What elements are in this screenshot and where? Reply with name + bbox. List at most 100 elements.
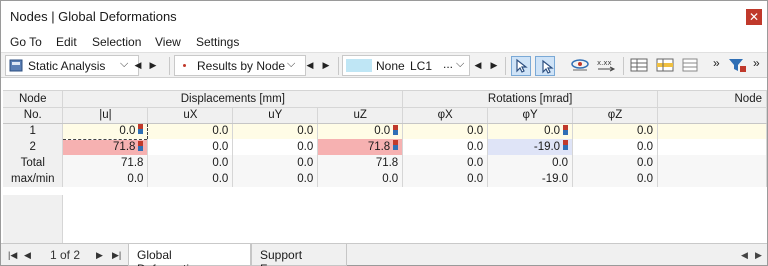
table-row[interactable]: 1 0.0 0.0 0.0 0.0 0.0 0.0 0.0 <box>3 122 767 140</box>
toolbar-separator <box>338 57 339 75</box>
menu-view[interactable]: View <box>155 35 181 49</box>
funnel-icon <box>729 59 746 72</box>
cell-u-abs[interactable]: 71.8 <box>62 155 149 171</box>
cell-phiy[interactable]: -19.0 <box>487 139 574 155</box>
export-table-button[interactable] <box>681 56 701 76</box>
cell-uy[interactable]: 0.0 <box>232 155 319 171</box>
analysis-prev-button[interactable]: ◀ <box>131 55 145 76</box>
scroll-right-icon[interactable]: ▶ <box>755 250 762 261</box>
load-case-ellipsis: ... <box>443 57 454 71</box>
cell-phiz[interactable]: 0.0 <box>572 155 658 171</box>
menu-settings[interactable]: Settings <box>196 35 239 49</box>
cell-uz[interactable]: 71.8 <box>317 155 404 171</box>
filter-rows-button[interactable] <box>655 56 675 76</box>
load-case-prev-button[interactable]: ◀ <box>471 55 485 76</box>
cell-ux[interactable]: 0.0 <box>147 171 234 187</box>
toolbar-overflow-button[interactable]: » <box>713 56 723 76</box>
bottom-bar: |◀ ◀ 1 of 2 ▶ ▶| Global Deformations Sup… <box>1 243 767 266</box>
cell-phiz[interactable]: 0.0 <box>572 171 658 187</box>
table-row[interactable]: 2 71.8 0.0 0.0 71.8 0.0 -19.0 0.0 <box>3 139 767 155</box>
cell-phiy[interactable]: -19.0 <box>487 171 574 187</box>
results-type-combo[interactable]: Results by Node ⌵ <box>174 55 306 76</box>
nodes-table: Node Displacements [mm] Rotations [mrad]… <box>3 91 767 187</box>
col-phiz[interactable]: φZ <box>572 107 658 124</box>
col-u-abs[interactable]: |u| <box>62 107 149 124</box>
load-case-combo[interactable]: None LC1 ... ⌵ <box>342 55 470 76</box>
results-next-button[interactable]: ▶ <box>319 55 333 76</box>
last-page-button[interactable]: ▶| <box>112 250 121 261</box>
header-node-right: Node <box>657 91 767 108</box>
select-arrow-icon <box>516 58 528 73</box>
menu-edit[interactable]: Edit <box>56 35 77 49</box>
cell-phiy[interactable]: 0.0 <box>487 123 574 139</box>
pick-arrow-icon <box>542 59 554 74</box>
tab-support-forces[interactable]: Support Forces <box>251 244 347 266</box>
cell-uy[interactable]: 0.0 <box>232 123 319 139</box>
results-prev-button[interactable]: ◀ <box>303 55 317 76</box>
menu-selection[interactable]: Selection <box>92 35 141 49</box>
value-format-button[interactable]: x.xx <box>596 56 616 76</box>
row-header-filler <box>3 195 63 243</box>
col-ux[interactable]: uX <box>147 107 234 124</box>
scroll-left-icon[interactable]: ◀ <box>741 250 748 261</box>
row-label: 2 <box>3 139 64 155</box>
table-row[interactable]: max/min 0.0 0.0 0.0 0.0 0.0 -19.0 0.0 <box>3 171 767 187</box>
tab-global-deformations[interactable]: Global Deformations <box>128 244 251 266</box>
cell-uy[interactable]: 0.0 <box>232 171 319 187</box>
table-icon <box>630 58 648 72</box>
analysis-next-button[interactable]: ▶ <box>146 55 160 76</box>
cell-phiz[interactable]: 0.0 <box>572 123 658 139</box>
row-label: max/min <box>3 171 64 187</box>
filter-button[interactable] <box>727 56 747 76</box>
window-title: Nodes | Global Deformations <box>10 9 177 24</box>
table-view-button[interactable] <box>629 56 649 76</box>
cell-ux[interactable]: 0.0 <box>147 139 234 155</box>
cell-u-abs[interactable]: 71.8 <box>62 139 149 155</box>
cell-ux[interactable]: 0.0 <box>147 123 234 139</box>
cell-phix[interactable]: 0.0 <box>402 155 489 171</box>
toolbar-overflow-end[interactable]: » <box>753 56 763 76</box>
col-uz[interactable]: uZ <box>317 107 404 124</box>
toolbar-separator <box>623 57 624 75</box>
select-in-model-button[interactable] <box>511 56 531 76</box>
cell-phix[interactable]: 0.0 <box>402 171 489 187</box>
cell-phix[interactable]: 0.0 <box>402 139 489 155</box>
prev-page-button[interactable]: ◀ <box>24 250 31 261</box>
chevron-down-icon: ⌵ <box>120 58 129 70</box>
col-phiy[interactable]: φY <box>487 107 574 124</box>
table-row[interactable]: Total 71.8 0.0 0.0 71.8 0.0 0.0 0.0 <box>3 155 767 171</box>
cell-u-abs[interactable]: 0.0 <box>62 171 149 187</box>
analysis-type-combo[interactable]: Static Analysis ⌵ <box>5 55 139 76</box>
col-phix[interactable]: φX <box>402 107 489 124</box>
result-marker-icon <box>563 140 569 151</box>
cell-u-abs[interactable]: 0.0 <box>62 122 149 140</box>
cell-phiz[interactable]: 0.0 <box>572 139 658 155</box>
header-node-no: No. <box>3 107 64 124</box>
load-case-next-button[interactable]: ▶ <box>487 55 501 76</box>
visibility-button[interactable] <box>570 56 590 76</box>
menu-go-to[interactable]: Go To <box>10 35 42 49</box>
page-indicator: 1 of 2 <box>50 248 81 262</box>
header-rotations: Rotations [mrad] <box>402 91 658 108</box>
load-case-none-label: None <box>376 59 405 73</box>
cell-phix[interactable]: 0.0 <box>402 123 489 139</box>
header-displacements: Displacements [mm] <box>62 91 404 108</box>
analysis-type-label: Static Analysis <box>28 59 106 73</box>
col-uy[interactable]: uY <box>232 107 319 124</box>
cell-uy[interactable]: 0.0 <box>232 139 319 155</box>
cell-phiy[interactable]: 0.0 <box>487 155 574 171</box>
cell-uz[interactable]: 0.0 <box>317 171 404 187</box>
cell-extra <box>657 123 767 139</box>
cell-uz[interactable]: 0.0 <box>317 123 404 139</box>
close-button[interactable]: ✕ <box>746 9 762 25</box>
decimal-format-icon: x.xx <box>597 59 616 72</box>
first-page-button[interactable]: |◀ <box>8 250 17 261</box>
result-marker-icon <box>393 124 399 136</box>
next-page-button[interactable]: ▶ <box>96 250 103 261</box>
cell-ux[interactable]: 0.0 <box>147 155 234 171</box>
pick-in-model-button[interactable] <box>535 56 555 76</box>
cell-uz[interactable]: 71.8 <box>317 139 404 155</box>
result-marker-icon <box>138 140 144 152</box>
load-case-color-swatch <box>346 59 372 72</box>
nodes-results-window: Nodes | Global Deformations ✕ Go To Edit… <box>0 0 768 266</box>
